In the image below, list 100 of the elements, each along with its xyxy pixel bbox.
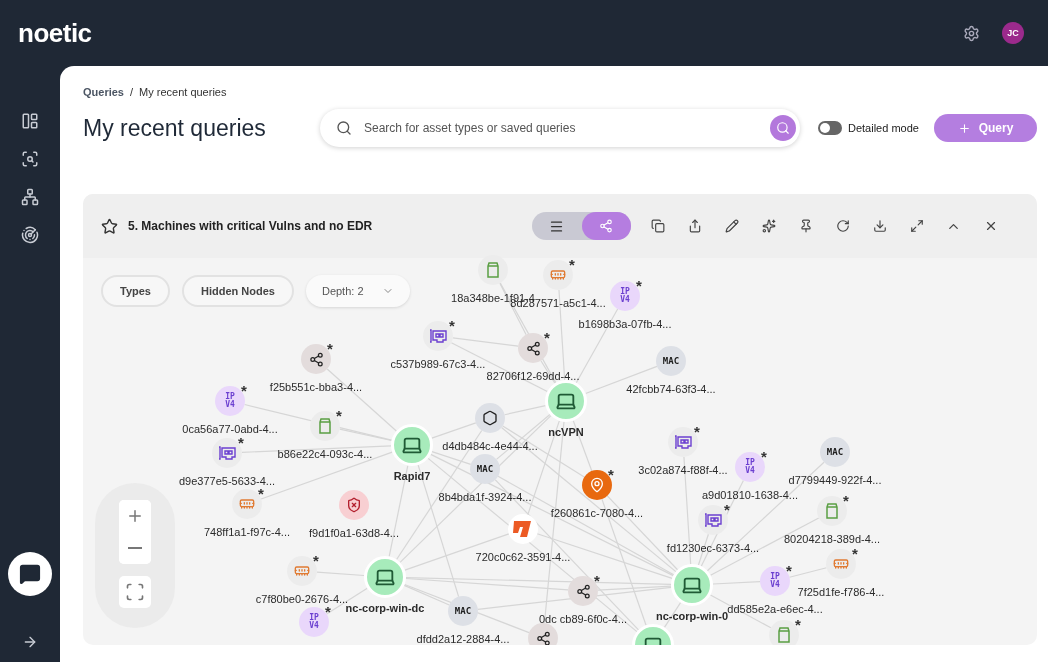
mac-node[interactable]: MAC — [656, 346, 686, 376]
nic-node[interactable] — [423, 321, 453, 351]
ipv4-text: IP V4 — [744, 459, 756, 475]
mac-node[interactable]: MAC — [820, 437, 850, 467]
node-label: a9d01810-1638-4... — [702, 489, 798, 501]
cylinder-icon — [487, 262, 499, 278]
pin-icon — [798, 219, 813, 233]
layout-icon[interactable] — [21, 112, 39, 130]
nic-node[interactable] — [698, 505, 728, 535]
hub-node[interactable] — [301, 344, 331, 374]
user-avatar[interactable]: JC — [1002, 22, 1024, 44]
ipv4-text: IP V4 — [619, 288, 631, 304]
app-logo[interactable]: noetic — [18, 17, 963, 49]
depth-dropdown[interactable]: Depth: 2 — [305, 275, 410, 307]
breadcrumb-link[interactable]: Queries — [83, 86, 124, 98]
hexagon-icon — [482, 410, 498, 426]
memory-icon — [294, 563, 310, 579]
card-icon — [674, 435, 692, 449]
menu-icon — [549, 218, 565, 234]
node-label: nc-corp-win-dc — [345, 602, 425, 614]
copy-icon — [650, 219, 665, 233]
nic-node[interactable] — [668, 427, 698, 457]
sparkles-icon — [761, 219, 776, 233]
memory-node[interactable] — [287, 556, 317, 586]
laptop-node[interactable] — [364, 556, 406, 598]
asterisk-mark: * — [313, 555, 319, 567]
asterisk-mark: * — [569, 259, 575, 271]
asterisk-mark: * — [843, 495, 849, 507]
asterisk-mark: * — [636, 280, 642, 292]
asterisk-mark: * — [761, 451, 767, 463]
disk-node[interactable] — [769, 620, 799, 645]
disk-node[interactable] — [817, 496, 847, 526]
mac-text: MAC — [825, 447, 845, 457]
asterisk-mark: * — [325, 606, 331, 618]
pencil-icon — [724, 219, 739, 233]
node-label: dd585e2a-e6ec-4... — [727, 603, 823, 615]
node-label: c537b989-67c3-4... — [390, 358, 486, 370]
asterisk-mark: * — [241, 385, 247, 397]
search-icon — [336, 120, 352, 136]
radar-icon[interactable] — [21, 226, 39, 244]
nodes-icon — [525, 340, 541, 356]
node-label: 7f25d1fe-f786-4... — [797, 586, 885, 598]
download-icon — [872, 219, 887, 233]
card-icon — [429, 329, 447, 343]
search-input[interactable]: Search for asset types or saved queries — [362, 120, 760, 136]
search-button[interactable] — [770, 115, 796, 141]
memory-node[interactable] — [232, 489, 262, 519]
expand-icon[interactable] — [22, 634, 38, 650]
node-label: 82706f12-69dd-4... — [486, 370, 580, 382]
node-label: 80204218-389d-4... — [784, 533, 880, 545]
node-label: b86e22c4-093c-4... — [277, 448, 373, 460]
search-icon[interactable] — [21, 150, 39, 168]
hub-node[interactable] — [518, 333, 548, 363]
mac-text: MAC — [475, 464, 495, 474]
nodes-icon — [308, 351, 324, 367]
node-label: f25b551c-bba3-4... — [269, 381, 363, 393]
laptop-node[interactable] — [671, 564, 713, 606]
hierarchy-icon[interactable] — [21, 188, 39, 206]
node-label: b1698b3a-07fb-4... — [578, 318, 672, 330]
filter-button[interactable]: Hidden Nodes — [182, 275, 294, 307]
plus-icon — [957, 121, 971, 135]
logo-icon — [513, 520, 533, 538]
disk-node[interactable] — [478, 255, 508, 285]
detailed-mode-switch[interactable] — [818, 121, 842, 135]
laptop-node[interactable] — [391, 424, 433, 466]
asterisk-mark: * — [544, 332, 550, 344]
location-node[interactable] — [582, 470, 612, 500]
nic-node[interactable] — [212, 438, 242, 468]
mac-node[interactable]: MAC — [470, 454, 500, 484]
mac-node[interactable]: MAC — [448, 596, 478, 626]
settings-icon[interactable] — [963, 24, 980, 42]
laptop-node[interactable] — [545, 380, 587, 422]
node-label: 748ff1a1-f97c-4... — [204, 526, 290, 538]
ipv4-text: IP V4 — [769, 573, 781, 589]
filter-button[interactable]: Types — [101, 275, 170, 307]
asterisk-mark: * — [238, 437, 244, 449]
node-label: 42fcbb74-63f3-4... — [626, 383, 716, 395]
graph-view-tab[interactable] — [581, 212, 631, 240]
node-label: nc-corp-win-0 — [655, 610, 729, 622]
memory-node[interactable] — [826, 549, 856, 579]
hub-node[interactable] — [528, 623, 558, 645]
memory-icon — [550, 267, 566, 283]
asterisk-mark: * — [258, 488, 264, 500]
star-icon[interactable] — [101, 217, 118, 235]
search-icon — [776, 121, 790, 135]
asterisk-mark: * — [449, 320, 455, 332]
logo-node[interactable] — [508, 514, 538, 544]
shield-node[interactable] — [339, 490, 369, 520]
memory-icon — [239, 496, 255, 512]
disk-node[interactable] — [310, 411, 340, 441]
memory-node[interactable] — [543, 260, 573, 290]
hub-node[interactable] — [568, 576, 598, 606]
expand-icon — [909, 219, 924, 233]
asterisk-mark: * — [795, 619, 801, 631]
asterisk-mark: * — [594, 575, 600, 587]
asterisk-mark: * — [608, 469, 614, 481]
fit-button[interactable] — [119, 576, 151, 608]
mac-text: MAC — [661, 356, 681, 366]
nodes-icon — [535, 630, 551, 645]
chat-button[interactable] — [8, 552, 52, 596]
